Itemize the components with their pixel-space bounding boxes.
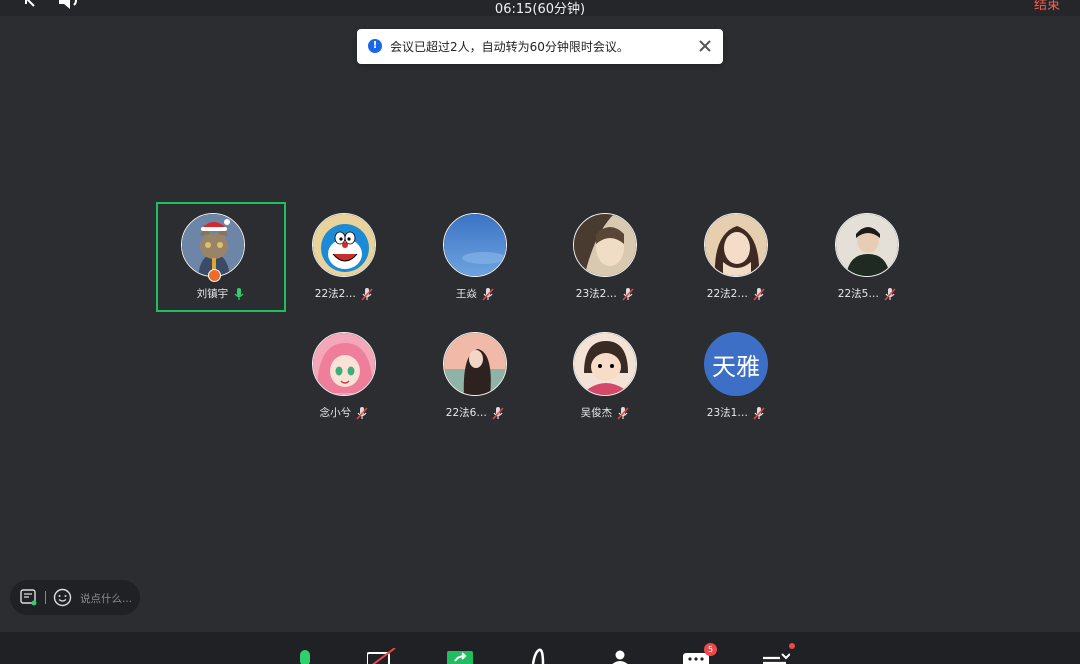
avatar xyxy=(312,332,376,396)
avatar xyxy=(573,332,637,396)
top-bar: 06:15(60分钟) 结束 xyxy=(0,0,1080,17)
more-menu-icon[interactable] xyxy=(760,648,790,664)
mic-muted-icon xyxy=(361,287,373,301)
participant-name: 22法6… xyxy=(445,407,487,419)
end-meeting-button[interactable]: 结束 xyxy=(1034,0,1060,13)
emoji-icon[interactable] xyxy=(53,588,72,607)
mic-muted-icon xyxy=(356,406,368,420)
mic-muted-icon xyxy=(492,406,504,420)
mic-muted-icon xyxy=(617,406,629,420)
chat-unread-badge: 5 xyxy=(704,643,717,656)
chat-placeholder[interactable]: 说点什么... xyxy=(80,591,132,606)
participant-name: 王焱 xyxy=(455,288,477,300)
host-badge-icon xyxy=(208,269,221,282)
avatar: 天雅 xyxy=(704,332,768,396)
participant-tile[interactable]: 23法2… xyxy=(542,203,672,313)
notification-toast: ! 会议已超过2人，自动转为60分钟限时会议。 xyxy=(357,29,723,64)
microphone-icon[interactable] xyxy=(290,648,320,664)
participant-tile[interactable]: 22法6… xyxy=(412,322,542,432)
participant-tile[interactable]: 22法2… xyxy=(281,203,411,313)
participant-name: 22法2… xyxy=(706,288,748,300)
more-notification-dot xyxy=(789,643,795,649)
camera-off-icon[interactable] xyxy=(367,648,397,664)
participant-tile[interactable]: 22法5… xyxy=(804,203,934,313)
avatar xyxy=(312,213,376,277)
avatar-initials: 天雅 xyxy=(704,332,768,396)
close-icon[interactable] xyxy=(697,38,713,54)
share-screen-icon[interactable] xyxy=(446,648,476,664)
mic-muted-icon xyxy=(622,287,634,301)
mic-muted-icon xyxy=(753,287,765,301)
participant-name: 22法5… xyxy=(837,288,879,300)
avatar xyxy=(181,213,245,277)
info-icon: ! xyxy=(368,39,382,53)
participant-tile[interactable]: 天雅 23法1… xyxy=(673,322,803,432)
participant-name: 22法2… xyxy=(314,288,356,300)
participant-name: 刘镇宇 xyxy=(196,288,229,300)
participants-icon[interactable] xyxy=(605,648,635,664)
participant-name: 念小兮 xyxy=(319,407,352,419)
avatar xyxy=(835,213,899,277)
avatar xyxy=(573,213,637,277)
mic-muted-icon xyxy=(884,287,896,301)
toast-message: 会议已超过2人，自动转为60分钟限时会议。 xyxy=(390,40,629,54)
participant-tile[interactable]: 念小兮 xyxy=(281,322,411,432)
bottom-toolbar: 5 xyxy=(0,632,1080,664)
participant-tile[interactable]: 王焱 xyxy=(412,203,542,313)
participant-name: 吴俊杰 xyxy=(580,407,613,419)
participant-tile[interactable]: 刘镇宇 xyxy=(156,202,286,312)
participant-tile[interactable]: 吴俊杰 xyxy=(542,322,672,432)
voice-icon[interactable] xyxy=(525,648,555,664)
avatar xyxy=(704,213,768,277)
chat-input-pill[interactable]: 说点什么... xyxy=(10,580,140,615)
avatar xyxy=(443,332,507,396)
mic-on-icon xyxy=(234,287,244,300)
participant-name: 23法1… xyxy=(706,407,748,419)
meeting-timer: 06:15(60分钟) xyxy=(494,2,586,17)
chat-list-icon[interactable] xyxy=(20,589,37,606)
avatar xyxy=(443,213,507,277)
participant-tile[interactable]: 22法2… xyxy=(673,203,803,313)
mic-muted-icon xyxy=(753,406,765,420)
participant-name: 23法2… xyxy=(575,288,617,300)
separator xyxy=(45,591,46,604)
mic-muted-icon xyxy=(482,287,494,301)
